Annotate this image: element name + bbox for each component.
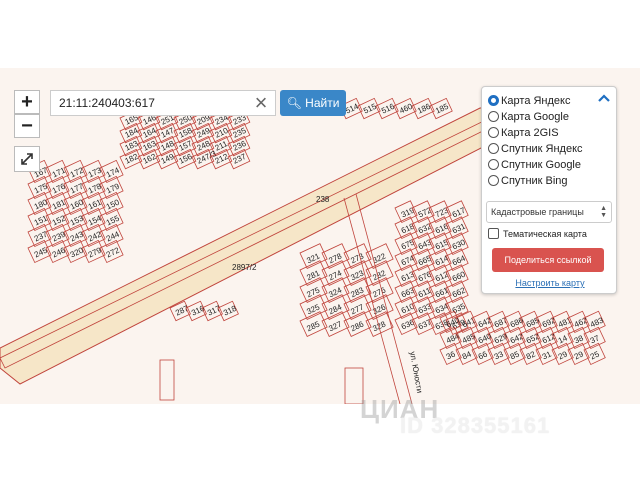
radio-selected-icon[interactable] [488,95,499,106]
thematic-map-toggle[interactable]: Тематическая карта [488,228,587,240]
select-arrows-icon: ▲ ▼ [600,205,607,219]
plot-number: 29 [573,349,585,361]
plot-number: 82 [525,349,537,361]
plot-number: 38 [573,333,585,345]
radio-icon[interactable] [488,159,499,170]
parcel-boundary [159,359,175,401]
fullscreen-button[interactable] [14,146,40,172]
plot-number: 29 [557,349,569,361]
plot-number-road: 238 [316,195,330,204]
plot-number: 66 [477,349,489,361]
plot-number: 36 [445,349,457,361]
radio-icon[interactable] [488,111,499,122]
street-label: ул. Юности [408,351,424,394]
configure-map-link[interactable]: Настроить карту [482,278,618,288]
zoom-in-button[interactable]: + [14,90,40,114]
checkbox-icon[interactable] [488,228,499,239]
plot-number: 31 [541,349,553,361]
expand-icon [21,153,33,165]
layers-panel: Карта Яндекс Карта Google Карта 2GIS Спу… [481,86,617,294]
clear-icon[interactable]: × [250,92,272,114]
zoom-out-button[interactable]: − [14,114,40,138]
radio-icon[interactable] [488,143,499,154]
layer-option-bing-satellite[interactable]: Спутник Bing [488,173,568,189]
radio-icon[interactable] [488,175,499,186]
plot-number: 37 [589,333,601,345]
parcel-boundary [343,197,401,404]
plot-number: 14 [557,333,569,345]
plot-number: 85 [509,349,521,361]
plot-number-large: 2897/2 [232,263,257,272]
chevron-up-icon[interactable] [598,93,610,103]
share-link-button[interactable]: Поделиться ссылкой [492,248,604,272]
search-button-label: Найти [305,96,340,110]
layer-option-yandex-map[interactable]: Карта Яндекс [488,93,570,109]
listing-id-watermark: ID 328355161 [400,413,551,438]
plot-number: 84 [461,349,473,361]
layer-option-google-map[interactable]: Карта Google [488,109,569,125]
layer-option-google-satellite[interactable]: Спутник Google [488,157,581,173]
cadastral-layer-select[interactable]: Кадастровые границы ▲ ▼ [486,201,612,223]
search-button[interactable]: 🔍︎ Найти [280,90,346,116]
search-input[interactable]: 21:11:240403:617 [50,90,276,116]
search-icon: 🔍︎ [286,96,302,110]
plot-number: 33 [493,349,505,361]
layer-option-yandex-satellite[interactable]: Спутник Яндекс [488,141,583,157]
plot-number: 25 [589,349,601,361]
layer-option-2gis-map[interactable]: Карта 2GIS [488,125,559,141]
radio-icon[interactable] [488,127,499,138]
